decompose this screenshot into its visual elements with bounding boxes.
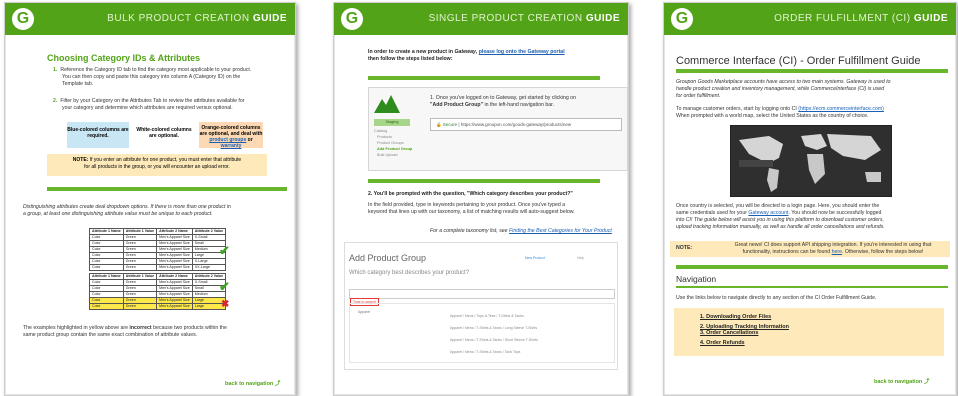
table-cell: XX-Large xyxy=(191,264,227,271)
gateway-logo-icon xyxy=(374,95,400,113)
divider xyxy=(368,76,600,80)
nav-order-refunds[interactable]: 4. Order Refunds xyxy=(700,338,758,348)
header-title: BULK PRODUCT CREATION GUIDE xyxy=(107,13,287,24)
nav-order-cancellations[interactable]: 3. Order Cancellations xyxy=(700,328,758,338)
checkmark-icon: ✔ xyxy=(219,243,230,258)
back-to-navigation-link[interactable]: back to navigation ⤴ xyxy=(874,377,929,385)
table-header-cell: Attribute 2 Value xyxy=(191,228,227,235)
intro-paragraph: Groupon Goods Marketplace accounts have … xyxy=(676,79,891,99)
suggestion-list[interactable]: Apparel / Mens / Tops & Tees / T-Shirts … xyxy=(450,310,538,358)
table-cell: Green xyxy=(122,264,158,271)
step-2-question: 2. You'll be prompted with the question,… xyxy=(368,191,573,197)
note-box: NOTE: If you enter an attribute for one … xyxy=(47,154,267,176)
order-fulfillment-guide-page: G ORDER FULFILLMENT (CI) GUIDE Commerce … xyxy=(663,2,957,396)
legend-blue: Blue-colored columns are required. xyxy=(67,122,129,148)
intro-text: In order to create a new product in Gate… xyxy=(368,49,565,62)
nav-downloading-order-files[interactable]: 1. Downloading Order Files xyxy=(700,312,789,322)
new-product-link[interactable]: New Product xyxy=(525,256,545,260)
table-cell: Color xyxy=(89,264,124,271)
table-cell: Men's Apparel Size xyxy=(156,258,193,265)
ci-url-link[interactable]: (https://ecm.commerceinterface.com) xyxy=(798,106,884,112)
checkmark-icon: ✔ xyxy=(219,279,230,294)
groupon-logo-icon: G xyxy=(12,8,34,30)
table-cell: Men's Apparel Size xyxy=(156,279,193,286)
table-header-cell: Attribute 1 Value xyxy=(122,228,158,235)
table-cell: Men's Apparel Size xyxy=(156,246,193,253)
category-search-input[interactable]: Type to search xyxy=(349,289,615,306)
section-heading: Choosing Category IDs & Attributes xyxy=(47,53,201,63)
divider xyxy=(676,69,948,73)
table-cell: Green xyxy=(122,303,158,310)
examples-paragraph: The examples highlighted in yellow above… xyxy=(23,325,227,338)
results-panel: Apparel Apparel / Mens / Tops & Tees / T… xyxy=(349,303,615,363)
single-product-guide-page: G SINGLE PRODUCT CREATION GUIDE In order… xyxy=(333,2,629,396)
page-header: G SINGLE PRODUCT CREATION GUIDE xyxy=(334,3,628,35)
table-cell: Men's Apparel Size xyxy=(156,264,193,271)
step-1: 1. Once you've logged on to Gateway, get… xyxy=(430,95,576,108)
groupon-logo-icon: G xyxy=(671,8,693,30)
divider xyxy=(676,265,948,269)
table-header-cell: Attribute 1 Name xyxy=(89,228,124,235)
table-row: Color Green Men's Apparel Size Large xyxy=(89,303,227,310)
step-2-text: In the field provided, type in keywords … xyxy=(368,202,575,215)
world-map-image xyxy=(730,125,892,197)
table-cell: Men's Apparel Size xyxy=(156,240,193,247)
table-cell: Men's Apparel Size xyxy=(156,234,193,241)
divider xyxy=(676,286,948,288)
groupon-logo-icon: G xyxy=(341,8,363,30)
table-cell: Men's Apparel Size xyxy=(156,297,193,304)
login-paragraph: To manage customer orders, start by logg… xyxy=(676,106,884,119)
correct-example-table: Attribute 1 Name Attribute 1 Value Attribu… xyxy=(89,228,227,271)
gateway-portal-link[interactable]: please log onto the Gateway portal xyxy=(479,49,565,55)
divider xyxy=(47,187,287,191)
taxonomy-link[interactable]: Finding the Best Categories for Your Pro… xyxy=(509,228,612,234)
navigation-heading: Navigation xyxy=(676,274,717,284)
api-here-link[interactable]: here xyxy=(832,249,842,255)
table-cell: Men's Apparel Size xyxy=(156,303,193,310)
cross-icon: ✖ xyxy=(221,299,230,310)
page-header: G ORDER FULFILLMENT (CI) GUIDE xyxy=(664,3,956,35)
help-link[interactable]: Help xyxy=(577,256,584,260)
gateway-account-link[interactable]: Gateway account xyxy=(748,210,788,216)
arrow-icon: ⤴ xyxy=(923,379,930,385)
gateway-left-nav: Catalog Products Product Groups Add Prod… xyxy=(374,129,413,157)
table-header-cell: Attribute 2 Name xyxy=(156,228,193,235)
distinguishing-paragraph: Distinguishing attributes create deal dr… xyxy=(23,204,231,217)
lock-icon: 🔒 xyxy=(436,122,442,127)
table-cell: Color xyxy=(89,303,124,310)
table-row: Color Green Men's Apparel Size XX-Large xyxy=(89,264,227,271)
add-product-group-form: Add Product Group Which category best de… xyxy=(344,242,618,370)
form-subtitle: Which category best describes your produ… xyxy=(349,270,470,276)
navigation-text: Use the links below to navigate directly… xyxy=(676,295,877,301)
table-header-cell: Attribute 2 Name xyxy=(156,273,193,280)
form-title: Add Product Group xyxy=(349,253,427,263)
legend-orange: Orange-colored columns are optional, and… xyxy=(199,122,263,149)
page-title: Commerce Interface (CI) - Order Fulfillm… xyxy=(676,55,921,67)
header-title: SINGLE PRODUCT CREATION GUIDE xyxy=(428,13,620,24)
incorrect-example-table: Attribute 1 Name Attribute 1 Value Attribu… xyxy=(89,273,227,310)
warranty-link[interactable]: warranty xyxy=(221,143,242,149)
table-header-cell: Attribute 1 Value xyxy=(122,273,158,280)
nav-item-active[interactable]: Staging xyxy=(374,119,410,126)
header-title: ORDER FULFILLMENT (CI) GUIDE xyxy=(774,13,948,24)
page-header: G BULK PRODUCT CREATION GUIDE xyxy=(5,3,295,35)
table-cell: Men's Apparel Size xyxy=(156,291,193,298)
table-cell: Men's Apparel Size xyxy=(156,285,193,292)
table-cell: Men's Apparel Size xyxy=(156,252,193,259)
address-bar[interactable]: 🔒 Secure | https://www.groupon.com/goods… xyxy=(430,118,622,131)
arrow-icon: ⤴ xyxy=(274,381,281,387)
table-header-cell: Attribute 1 Name xyxy=(89,273,124,280)
divider xyxy=(368,179,600,183)
legend-white: White-colored columns are optional. xyxy=(133,122,195,148)
credentials-paragraph: Once country is selected, you will be di… xyxy=(676,203,885,230)
bulk-product-guide-page: G BULK PRODUCT CREATION GUIDE Choosing C… xyxy=(4,2,296,396)
step-2: 2. Filter by your Category on the Attribu… xyxy=(53,98,245,111)
taxonomy-text: For a complete taxonomy list, see Findin… xyxy=(430,228,612,234)
note-box: NOTE: Great news! CI does support API sh… xyxy=(670,241,950,257)
back-to-navigation-link[interactable]: back to navigation ⤴ xyxy=(225,379,280,387)
step-1: 1. Reference the Category ID tab to find … xyxy=(53,67,252,87)
